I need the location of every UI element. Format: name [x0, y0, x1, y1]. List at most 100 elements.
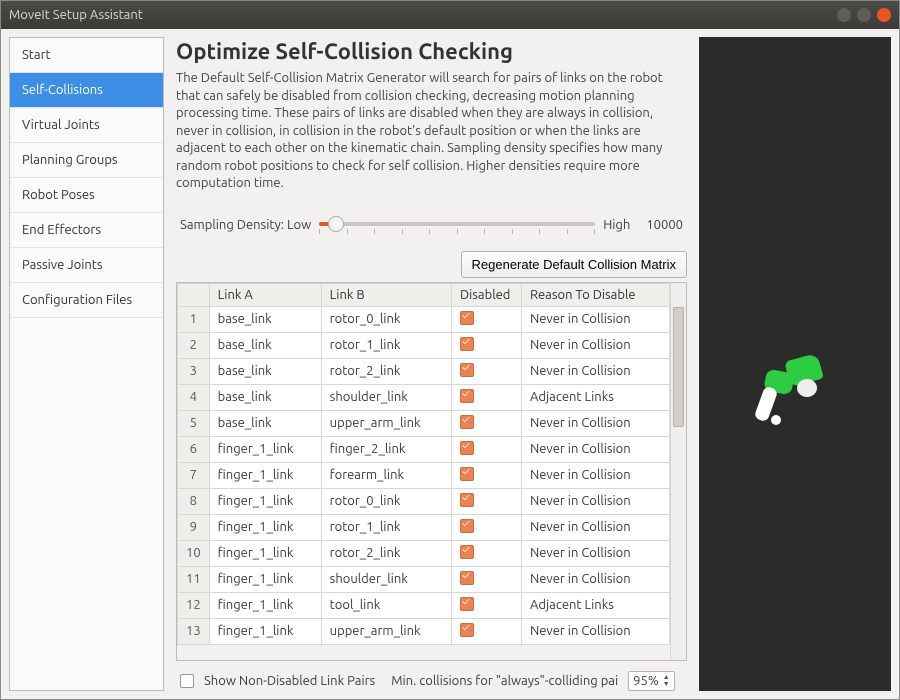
- cell-disabled: [451, 540, 521, 566]
- table-row[interactable]: 10finger_1_linkrotor_2_linkNever in Coll…: [178, 540, 670, 566]
- row-number: 6: [178, 436, 210, 462]
- show-non-disabled-checkbox[interactable]: [180, 674, 194, 688]
- cell-link-b: forearm_link: [321, 462, 451, 488]
- table-row[interactable]: 11finger_1_linkshoulder_linkNever in Col…: [178, 566, 670, 592]
- table-row[interactable]: 8finger_1_linkrotor_0_linkNever in Colli…: [178, 488, 670, 514]
- table-row[interactable]: 9finger_1_linkrotor_1_linkNever in Colli…: [178, 514, 670, 540]
- cell-link-a: base_link: [209, 332, 321, 358]
- cell-link-b: upper_arm_link: [321, 618, 451, 644]
- disabled-checkbox[interactable]: [460, 311, 474, 325]
- cell-disabled: [451, 566, 521, 592]
- sidebar-item-end-effectors[interactable]: End Effectors: [10, 213, 163, 248]
- minimize-icon[interactable]: [837, 8, 851, 22]
- disabled-checkbox[interactable]: [460, 597, 474, 611]
- col-reason[interactable]: Reason To Disable: [521, 283, 669, 306]
- sidebar-item-passive-joints[interactable]: Passive Joints: [10, 248, 163, 283]
- min-collisions-spinbox[interactable]: 95% ▲▼: [628, 671, 675, 691]
- close-icon[interactable]: [877, 8, 891, 22]
- col-disabled[interactable]: Disabled: [451, 283, 521, 306]
- regenerate-collision-matrix-button[interactable]: Regenerate Default Collision Matrix: [461, 251, 687, 278]
- cell-link-a: base_link: [209, 306, 321, 332]
- sidebar-item-label: Configuration Files: [22, 293, 132, 307]
- disabled-checkbox[interactable]: [460, 441, 474, 455]
- disabled-checkbox[interactable]: [460, 493, 474, 507]
- cell-disabled: [451, 592, 521, 618]
- col-link-a[interactable]: Link A: [209, 283, 321, 306]
- app-window: MoveIt Setup Assistant Start Self-Collis…: [0, 0, 900, 700]
- row-number: 3: [178, 358, 210, 384]
- sidebar-item-virtual-joints[interactable]: Virtual Joints: [10, 108, 163, 143]
- row-number: 12: [178, 592, 210, 618]
- disabled-checkbox[interactable]: [460, 571, 474, 585]
- cell-link-b: rotor_0_link: [321, 306, 451, 332]
- sidebar-item-label: End Effectors: [22, 223, 101, 237]
- table-row[interactable]: 2base_linkrotor_1_linkNever in Collision: [178, 332, 670, 358]
- row-number: 9: [178, 514, 210, 540]
- cell-disabled: [451, 462, 521, 488]
- sidebar-item-configuration-files[interactable]: Configuration Files: [10, 283, 163, 318]
- row-number: 13: [178, 618, 210, 644]
- sidebar-item-label: Virtual Joints: [22, 118, 100, 132]
- spin-arrows-icon[interactable]: ▲▼: [663, 674, 670, 688]
- col-link-b[interactable]: Link B: [321, 283, 451, 306]
- disabled-checkbox[interactable]: [460, 415, 474, 429]
- row-number: 1: [178, 306, 210, 332]
- row-number: 5: [178, 410, 210, 436]
- sampling-density-slider[interactable]: [319, 213, 595, 237]
- disabled-checkbox[interactable]: [460, 389, 474, 403]
- min-collisions-label: Min. collisions for "always"-colliding p…: [391, 674, 618, 688]
- cell-reason: Never in Collision: [521, 436, 669, 462]
- table-row[interactable]: 6finger_1_linkfinger_2_linkNever in Coll…: [178, 436, 670, 462]
- row-number: 2: [178, 332, 210, 358]
- table-scrollbar[interactable]: [670, 283, 686, 660]
- table-row[interactable]: 7finger_1_linkforearm_linkNever in Colli…: [178, 462, 670, 488]
- disabled-checkbox[interactable]: [460, 467, 474, 481]
- scrollbar-thumb-icon[interactable]: [673, 307, 684, 427]
- sidebar-item-self-collisions[interactable]: Self-Collisions: [10, 73, 163, 108]
- table-row[interactable]: 1base_linkrotor_0_link Never in Collision: [178, 306, 670, 332]
- cell-disabled: [451, 332, 521, 358]
- cell-link-a: finger_1_link: [209, 592, 321, 618]
- cell-reason: Adjacent Links: [521, 592, 669, 618]
- sidebar-item-start[interactable]: Start: [10, 38, 163, 73]
- cell-link-b: finger_2_link: [321, 436, 451, 462]
- cell-link-a: finger_1_link: [209, 540, 321, 566]
- content-area: Start Self-Collisions Virtual Joints Pla…: [1, 29, 899, 699]
- robot-3d-viewer[interactable]: [699, 37, 891, 691]
- cell-disabled: [451, 488, 521, 514]
- sampling-density-row: Sampling Density: Low High 10000: [176, 213, 687, 237]
- cell-link-a: finger_1_link: [209, 488, 321, 514]
- cell-link-a: base_link: [209, 358, 321, 384]
- table-row[interactable]: 3base_linkrotor_2_linkNever in Collision: [178, 358, 670, 384]
- table-header-row: Link A Link B Disabled Reason To Disable: [178, 283, 670, 306]
- row-number: 10: [178, 540, 210, 566]
- cell-link-a: base_link: [209, 410, 321, 436]
- sidebar-item-planning-groups[interactable]: Planning Groups: [10, 143, 163, 178]
- table-row[interactable]: 13finger_1_linkupper_arm_linkNever in Co…: [178, 618, 670, 644]
- page-description: The Default Self-Collision Matrix Genera…: [176, 70, 687, 193]
- cell-link-a: base_link: [209, 384, 321, 410]
- table-row[interactable]: 12finger_1_linktool_link Adjacent Links: [178, 592, 670, 618]
- disabled-checkbox[interactable]: [460, 623, 474, 637]
- cell-disabled: [451, 306, 521, 332]
- cell-reason: Never in Collision: [521, 358, 669, 384]
- disabled-checkbox[interactable]: [460, 519, 474, 533]
- window-title: MoveIt Setup Assistant: [9, 8, 143, 22]
- cell-reason: Never in Collision: [521, 306, 669, 332]
- table-row[interactable]: 5base_linkupper_arm_linkNever in Collisi…: [178, 410, 670, 436]
- disabled-checkbox[interactable]: [460, 545, 474, 559]
- table-row[interactable]: 4base_linkshoulder_linkAdjacent Links: [178, 384, 670, 410]
- cell-disabled: [451, 358, 521, 384]
- cell-link-a: finger_1_link: [209, 462, 321, 488]
- page-title: Optimize Self-Collision Checking: [176, 39, 687, 64]
- sidebar: Start Self-Collisions Virtual Joints Pla…: [9, 37, 164, 691]
- cell-link-b: rotor_2_link: [321, 540, 451, 566]
- disabled-checkbox[interactable]: [460, 363, 474, 377]
- cell-link-b: shoulder_link: [321, 566, 451, 592]
- disabled-checkbox[interactable]: [460, 337, 474, 351]
- row-number: 7: [178, 462, 210, 488]
- cell-link-b: tool_link: [321, 592, 451, 618]
- maximize-icon[interactable]: [857, 8, 871, 22]
- cell-link-a: finger_1_link: [209, 566, 321, 592]
- sidebar-item-robot-poses[interactable]: Robot Poses: [10, 178, 163, 213]
